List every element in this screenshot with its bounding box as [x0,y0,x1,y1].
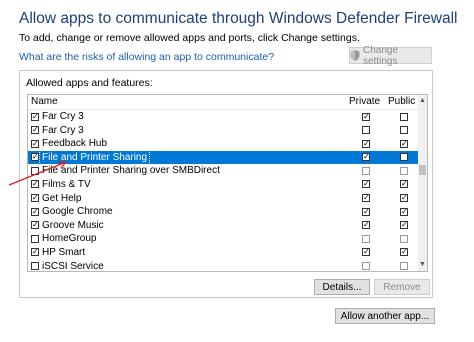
list-scrollbar[interactable]: ▲ ▼ [418,95,427,271]
row-public-checkbox[interactable] [400,207,408,216]
row-enabled-checkbox[interactable] [31,139,39,148]
row-public-checkbox[interactable] [400,234,408,243]
row-enabled-checkbox[interactable] [31,112,39,121]
row-enabled-checkbox[interactable] [31,262,39,271]
row-enabled-checkbox[interactable] [31,207,39,216]
table-row[interactable]: File and Printer Sharing [28,149,420,166]
column-header-private[interactable]: Private [349,96,380,107]
allowed-apps-list[interactable]: Name Private Public Far Cry 3 Far Cry 3 Fe… [27,94,428,272]
row-public-checkbox[interactable] [400,262,408,271]
change-settings-label: Change settings [363,44,399,67]
table-row[interactable]: Far Cry 3 [28,110,420,124]
page-title: Allow apps to communicate through Window… [19,10,458,27]
row-public-checkbox[interactable] [400,221,408,230]
row-enabled-checkbox[interactable] [31,194,39,203]
allow-another-app-button[interactable]: Allow another app... [335,308,435,324]
allowed-apps-group: Allowed apps and features: Name Private … [19,70,433,298]
row-app-name: Groove Music [42,219,104,231]
scrollbar-thumb[interactable] [419,165,426,175]
change-settings-button[interactable]: Change settings [349,44,432,67]
row-app-name: Feedback Hub [42,138,108,150]
row-public-checkbox[interactable] [400,180,408,189]
row-public-checkbox[interactable] [400,112,408,121]
row-private-checkbox[interactable] [362,221,370,230]
shield-icon [350,50,360,61]
row-public-checkbox[interactable] [400,153,408,162]
table-row[interactable]: iSCSI Service [28,260,420,272]
list-header: Name Private Public [28,95,420,110]
table-row[interactable]: Get Help [28,192,420,206]
row-private-checkbox[interactable] [362,194,370,203]
row-enabled-checkbox[interactable] [31,126,39,135]
row-private-checkbox[interactable] [362,207,370,216]
page-subtitle: To add, change or remove allowed apps an… [19,32,360,44]
row-private-checkbox[interactable] [362,180,370,189]
row-enabled-checkbox[interactable] [31,221,39,230]
row-public-checkbox[interactable] [400,139,408,148]
row-app-name: HomeGroup [42,233,97,245]
table-row[interactable]: HP Smart [28,246,420,260]
details-button[interactable]: Details... [314,279,370,295]
table-row[interactable]: Groove Music [28,219,420,233]
allowed-apps-label: Allowed apps and features: [26,77,153,89]
row-app-name: Google Chrome [42,206,113,218]
row-private-checkbox[interactable] [362,248,370,257]
row-app-name: iSCSI Service [42,260,104,272]
table-row[interactable]: Far Cry 3 [28,124,420,138]
row-enabled-checkbox[interactable] [31,248,39,257]
row-public-checkbox[interactable] [400,248,408,257]
row-private-checkbox[interactable] [362,126,370,135]
remove-button[interactable]: Remove [374,279,430,295]
row-private-checkbox[interactable] [362,153,370,162]
row-private-checkbox[interactable] [362,262,370,271]
row-app-name: Far Cry 3 [42,111,84,122]
row-enabled-checkbox[interactable] [31,234,39,243]
chevron-down-icon[interactable]: ▼ [418,259,427,271]
row-app-name: Far Cry 3 [42,124,84,136]
list-rows: Far Cry 3Far Cry 3Feedback HubFile and P… [28,110,420,272]
table-row[interactable]: File and Printer Sharing over SMBDirect [28,164,420,178]
row-app-name: HP Smart [42,246,86,258]
column-header-name[interactable]: Name [31,96,58,107]
row-private-checkbox[interactable] [362,139,370,148]
risks-link[interactable]: What are the risks of allowing an app to… [19,51,274,63]
table-row[interactable]: Feedback Hub [28,137,420,151]
row-private-checkbox[interactable] [362,112,370,121]
row-public-checkbox[interactable] [400,126,408,135]
table-row[interactable]: Google Chrome [28,205,420,219]
row-public-checkbox[interactable] [400,194,408,203]
table-row[interactable]: Films & TV [28,178,420,192]
chevron-up-icon[interactable]: ▲ [418,95,427,107]
row-private-checkbox[interactable] [362,166,370,175]
red-arrow-icon [8,161,67,186]
row-app-name: Get Help [42,192,82,204]
column-header-public[interactable]: Public [388,96,415,107]
table-row[interactable]: HomeGroup [28,232,420,246]
row-private-checkbox[interactable] [362,234,370,243]
row-public-checkbox[interactable] [400,166,408,175]
